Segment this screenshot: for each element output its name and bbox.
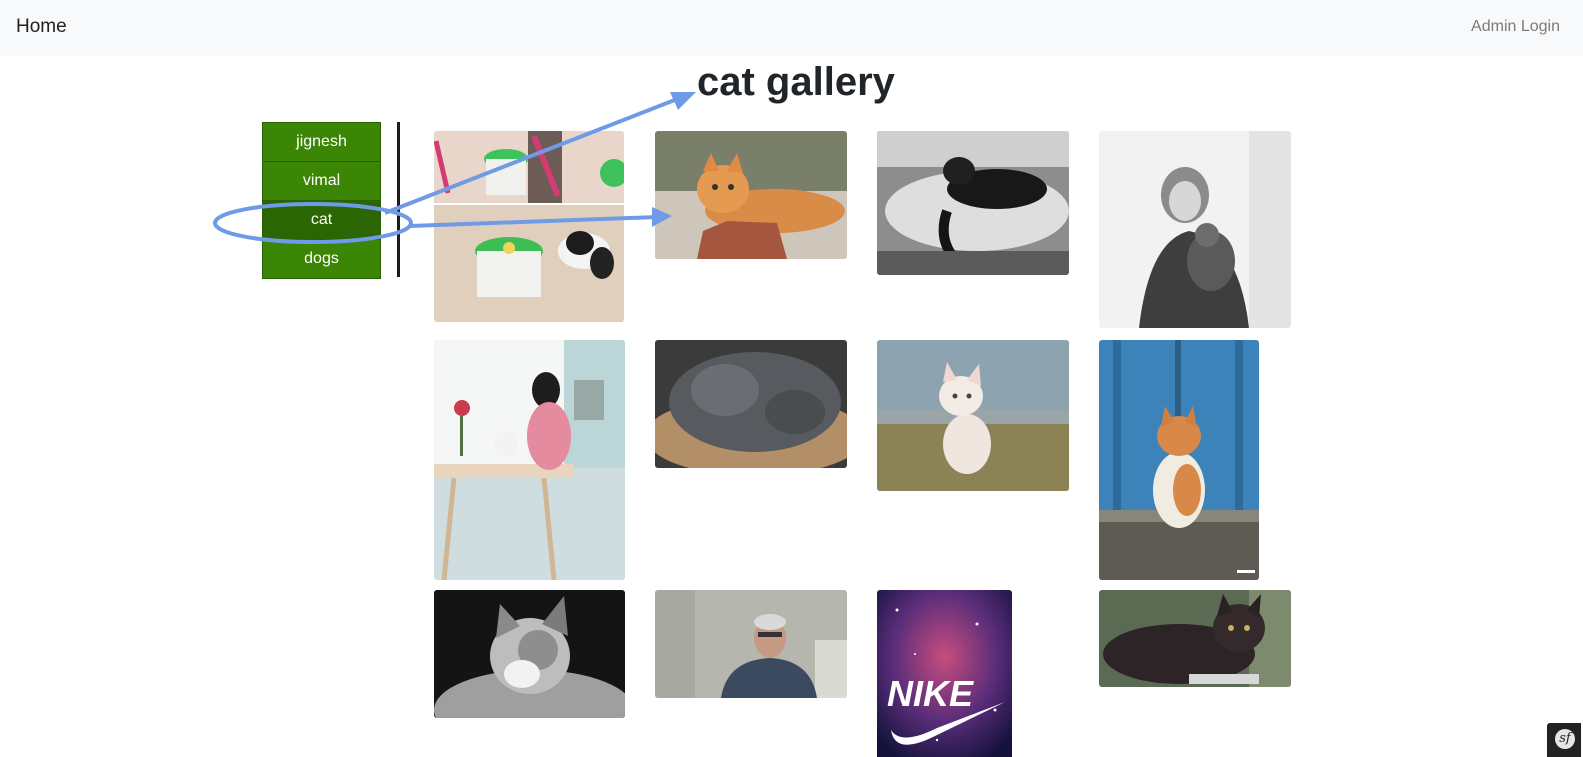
symfony-debug-toolbar[interactable]: sf bbox=[1547, 723, 1581, 757]
vertical-divider bbox=[397, 122, 400, 277]
annotation-arrowhead-title bbox=[670, 92, 696, 110]
sidebar-item-jignesh[interactable]: jignesh bbox=[262, 122, 381, 162]
gallery-image-woman-holding-cat[interactable] bbox=[1099, 131, 1291, 328]
page-title: cat gallery bbox=[697, 60, 895, 104]
gallery-image-orange-kitten[interactable] bbox=[655, 131, 847, 259]
category-sidebar: jignesh vimal cat dogs bbox=[262, 122, 381, 279]
sidebar-item-dogs[interactable]: dogs bbox=[262, 240, 381, 279]
home-link[interactable]: Home bbox=[16, 16, 67, 38]
gallery-image-woman-with-cat[interactable] bbox=[434, 340, 625, 580]
top-navbar: Home Admin Login bbox=[0, 0, 1583, 56]
nike-caption: NIKE bbox=[887, 673, 974, 714]
symfony-debug-icon: sf bbox=[1555, 729, 1575, 749]
gallery-image-man-webcam[interactable] bbox=[655, 590, 847, 698]
sidebar-item-cat[interactable]: cat bbox=[262, 201, 381, 240]
sidebar-item-vimal[interactable]: vimal bbox=[262, 162, 381, 201]
gallery-image-burmese-cat[interactable] bbox=[1099, 590, 1291, 687]
gallery-image-grey-cat-basket[interactable] bbox=[655, 340, 847, 468]
gallery-image-cat-fountain[interactable] bbox=[434, 131, 624, 322]
gallery-image-black-cat-sleeping[interactable] bbox=[877, 131, 1069, 275]
gallery-image-nike-poster[interactable]: NIKE bbox=[877, 590, 1012, 757]
gallery-image-orange-cat-blue-door[interactable] bbox=[1099, 340, 1259, 580]
gallery-image-bw-cat-portrait[interactable] bbox=[434, 590, 625, 718]
gallery-image-white-kitten-hay[interactable] bbox=[877, 340, 1069, 491]
admin-login-link[interactable]: Admin Login bbox=[1471, 18, 1560, 36]
